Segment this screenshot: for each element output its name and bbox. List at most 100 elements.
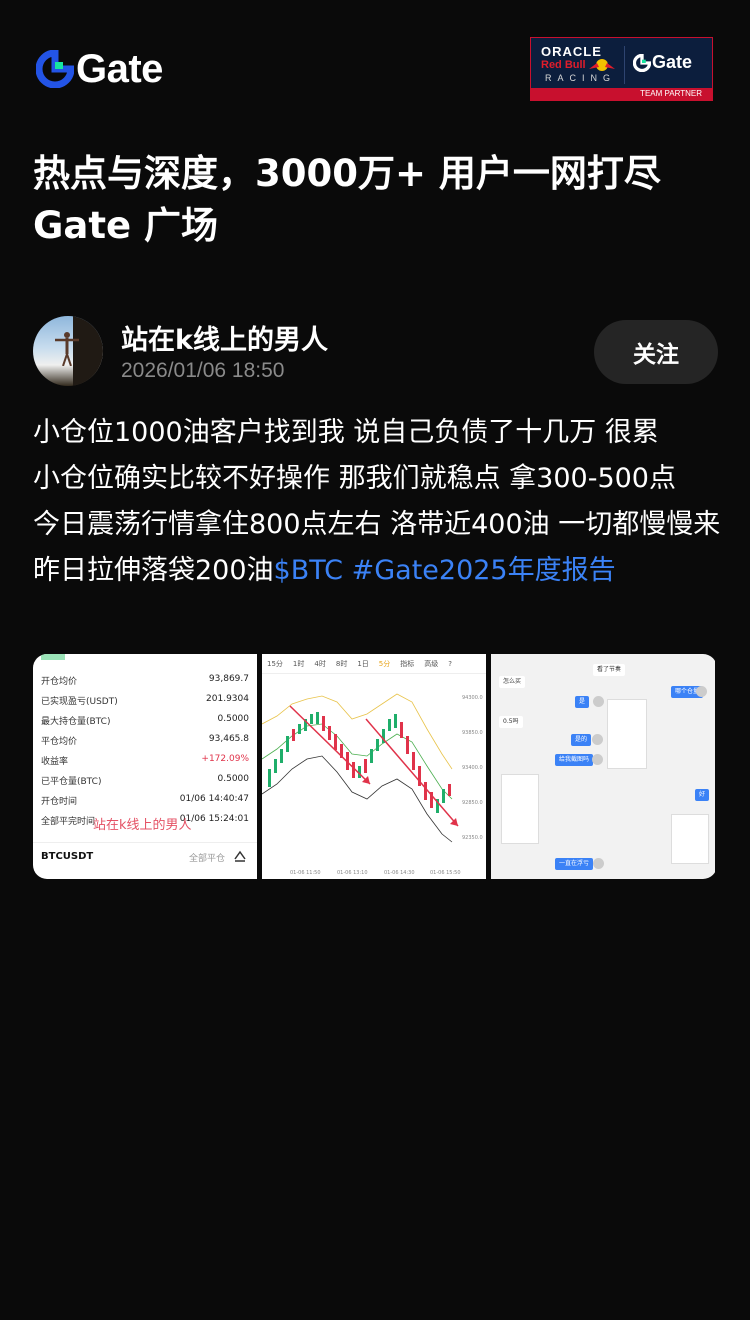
- row-value: 201.9304: [206, 694, 249, 704]
- post-image-position-details[interactable]: 开仓均价 93,869.7 已实现盈亏(USDT) 201.9304 最大持仓量(B…: [33, 654, 257, 879]
- badge-gate-logo: Gate: [633, 52, 692, 73]
- image-watermark: 站在k线上的男人: [93, 818, 192, 833]
- share-icon: [234, 850, 246, 862]
- interval-tab: 高级: [424, 659, 439, 668]
- follow-button[interactable]: 关注: [594, 320, 718, 384]
- post-image-kline-chart[interactable]: 15分 1时 4时 8时 1日 5分 指标 高级 ? 94300.0 93850…: [262, 654, 486, 879]
- chat-avatar: [593, 696, 604, 707]
- table-row: 开仓均价 93,869.7: [41, 674, 249, 694]
- post-image-chat[interactable]: 看了节奏 怎么买 哪个仓量 是 0.5吗 是的 给我截图吗 好 一直在浮亏: [491, 654, 715, 879]
- row-value: 93,465.8: [208, 734, 249, 744]
- symbol-label: BTCUSDT: [41, 851, 94, 862]
- boll-lower: [262, 755, 453, 843]
- team-partner-label: TEAM PARTNER: [531, 88, 712, 100]
- page-headline: 热点与深度，3000万+ 用户一网打尽 Gate 广场: [33, 148, 723, 252]
- row-label: 全部平完时间: [41, 817, 96, 827]
- boll-upper: [262, 693, 453, 770]
- post-line-with-tags: 今日震荡行情拿住800点左右 洛带近400油 一切都慢慢来 昨日拉伸落袋200油…: [33, 502, 723, 594]
- candles: [268, 712, 451, 813]
- gate-logo-text: Gate: [76, 47, 163, 91]
- interval-tab: 15分: [267, 659, 283, 668]
- row-value: 93,869.7: [208, 674, 249, 684]
- chat-avatar: [696, 686, 707, 697]
- author-name[interactable]: 站在k线上的男人: [121, 318, 328, 357]
- gate-logo-icon: [36, 50, 74, 88]
- chat-bubble: 一直在浮亏: [555, 858, 594, 870]
- chat-bubble: 0.5吗: [499, 716, 523, 728]
- table-row: 平仓均价 93,465.8: [41, 734, 249, 754]
- post-author: 站在k线上的男人 2026/01/06 18:50 关注: [33, 316, 723, 390]
- chat-bubble: 好: [695, 789, 710, 801]
- post-line: 小仓位确实比较不好操作 那我们就稳点 拿300-500点: [33, 463, 676, 494]
- table-row: 已平仓量(BTC) 0.5000: [41, 774, 249, 794]
- row-label: 开仓时间: [41, 797, 78, 807]
- chat-avatar: [593, 858, 604, 869]
- gate-small-icon: [633, 53, 651, 72]
- kline-chart-svg: 94300.0 93850.0 93400.0 92850.0 92350.0: [262, 693, 483, 876]
- interval-tab: 1时: [292, 659, 305, 668]
- row-label: 平仓均价: [41, 737, 78, 747]
- post-line: 小仓位1000油客户找到我 说自己负债了十几万 很累: [33, 417, 659, 448]
- svg-text:92350.0: 92350.0: [462, 835, 483, 841]
- trend-arrow-2: [365, 718, 459, 827]
- row-value: 0.5000: [217, 714, 250, 724]
- svg-text:93850.0: 93850.0: [462, 730, 483, 736]
- chat-screenshot-thumb: [501, 774, 539, 844]
- row-label: 已平仓量(BTC): [41, 777, 102, 787]
- badge-gate-text: Gate: [652, 52, 693, 72]
- chat-avatar: [592, 734, 603, 745]
- chat-avatar: [592, 754, 603, 765]
- row-label: 最大持仓量(BTC): [41, 717, 111, 727]
- row-label: 已实现盈亏(USDT): [41, 697, 118, 707]
- trend-arrow-1: [289, 705, 371, 785]
- boll-mid: [262, 723, 453, 800]
- chat-bubble: 看了节奏: [593, 664, 626, 676]
- row-value: 01/06 14:40:47: [179, 794, 249, 804]
- svg-text:01-06 15:50: 01-06 15:50: [430, 870, 461, 876]
- chart-interval-bar: 15分 1时 4时 8时 1日 5分 指标 高级 ?: [262, 654, 486, 674]
- chat-bubble: 是的: [571, 734, 592, 746]
- tag-btc[interactable]: $BTC: [274, 555, 343, 586]
- time-axis-labels: 01-06 11:50 01-06 13:10 01-06 14:30 01-0…: [290, 870, 461, 876]
- table-row: 开仓时间 01/06 14:40:47: [41, 794, 249, 814]
- avatar[interactable]: [33, 316, 103, 386]
- image-header-mark: [41, 654, 65, 660]
- chat-screenshot-thumb: [607, 699, 647, 769]
- interval-tab-active: 5分: [378, 659, 391, 668]
- image-bottom-bar: BTCUSDT 全部平仓: [33, 842, 257, 879]
- headline-line1: 热点与深度，3000万+ 用户一网打尽: [33, 152, 661, 195]
- post-image-grid: 开仓均价 93,869.7 已实现盈亏(USDT) 201.9304 最大持仓量(B…: [33, 654, 717, 879]
- svg-text:01-06 14:30: 01-06 14:30: [384, 870, 415, 876]
- interval-tab: 1日: [357, 659, 369, 668]
- chat-screenshot-thumb: [671, 814, 709, 864]
- avatar-figure-icon: [55, 332, 79, 366]
- svg-text:94300.0: 94300.0: [462, 695, 483, 701]
- chat-bubble: 怎么买: [499, 676, 526, 688]
- interval-tab: 8时: [335, 659, 348, 668]
- table-row: 收益率 +172.09%: [41, 754, 249, 774]
- svg-text:92850.0: 92850.0: [462, 800, 483, 806]
- redbull-partner-badge: ORACLE Red Bull RACING Gate TEAM PARTNER: [530, 37, 713, 101]
- svg-text:01-06 13:10: 01-06 13:10: [337, 870, 368, 876]
- post-body: 小仓位1000油客户找到我 说自己负债了十几万 很累 小仓位确实比较不好操作 那…: [33, 410, 723, 594]
- table-row: 已实现盈亏(USDT) 201.9304: [41, 694, 249, 714]
- gate-logo: Gate: [36, 47, 163, 91]
- badge-divider: [624, 46, 625, 84]
- chat-bubble: 是: [575, 696, 590, 708]
- headline-line2: Gate 广场: [33, 204, 218, 247]
- chat-bubble: 给我截图吗: [555, 754, 594, 766]
- interval-tab: 4时: [314, 659, 326, 668]
- svg-text:01-06 11:50: 01-06 11:50: [290, 870, 321, 876]
- row-label: 收益率: [41, 757, 69, 767]
- close-all-label: 全部平仓: [188, 854, 225, 864]
- tag-gate-report[interactable]: #Gate2025年度报告: [352, 555, 616, 586]
- post-timestamp: 2026/01/06 18:50: [121, 359, 285, 382]
- price-axis-labels: 94300.0 93850.0 93400.0 92850.0 92350.0: [462, 695, 483, 841]
- row-value: +172.09%: [201, 754, 249, 764]
- redbull-bulls-icon: [589, 59, 615, 71]
- interval-tab: ?: [448, 659, 452, 668]
- row-value: 0.5000: [217, 774, 250, 784]
- svg-text:93400.0: 93400.0: [462, 765, 483, 771]
- racing-text: RACING: [545, 73, 617, 83]
- interval-tab: 指标: [400, 659, 415, 668]
